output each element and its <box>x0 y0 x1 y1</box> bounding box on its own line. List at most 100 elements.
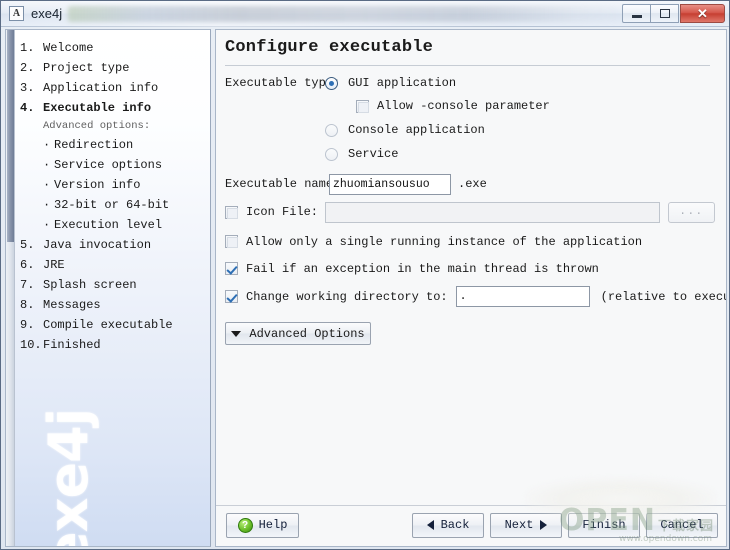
arrow-left-icon <box>426 520 434 530</box>
exe4j-watermark: exe4j <box>6 409 210 546</box>
sidebar-item-32-or-64-bit[interactable]: · 32-bit or 64-bit <box>20 195 206 215</box>
working-directory-row: Change working directory to: (relative t… <box>225 282 726 311</box>
finish-button-label: Finish <box>582 518 626 532</box>
sidebar-item-java-invocation[interactable]: 5. Java invocation <box>20 235 206 255</box>
step-label: Splash screen <box>43 278 137 292</box>
checkbox-change-working-directory[interactable] <box>225 290 238 303</box>
radio-label-console-application[interactable]: Console application <box>348 123 485 137</box>
sidebar-item-finished[interactable]: 10. Finished <box>20 335 206 355</box>
executable-name-label: Executable name: <box>225 177 341 191</box>
back-button-label: Back <box>440 518 470 532</box>
wizard-step-list: 1. Welcome 2. Project type 3. Applicatio… <box>20 38 206 355</box>
step-label: Project type <box>43 61 130 75</box>
icon-file-row: Icon File: ... <box>225 198 715 226</box>
step-number: 7. <box>20 278 35 292</box>
bullet-icon: · <box>43 198 51 212</box>
executable-type-row-gui: Executable type: GUI application <box>225 72 715 94</box>
checkbox-icon-file[interactable] <box>225 205 238 219</box>
icon-file-input[interactable] <box>324 201 660 223</box>
back-button[interactable]: Back <box>412 512 484 538</box>
wizard-content-panel: Configure executable Executable type: GU… <box>215 29 727 547</box>
step-number: 10. <box>20 338 42 352</box>
step-number: 9. <box>20 318 35 332</box>
radio-gui-application[interactable] <box>325 76 338 90</box>
executable-type-row-service: Service <box>225 142 715 166</box>
step-label: Finished <box>43 338 101 352</box>
arrow-right-icon <box>540 520 548 530</box>
step-label: Executable info <box>43 101 152 115</box>
maximize-button[interactable] <box>650 4 679 23</box>
page-title: Configure executable <box>225 38 434 57</box>
radio-console-application[interactable] <box>325 123 338 137</box>
sidebar-item-execution-level[interactable]: · Execution level <box>20 215 206 235</box>
minimize-icon <box>631 15 642 18</box>
next-button[interactable]: Next <box>490 512 562 538</box>
step-label: Welcome <box>43 41 94 55</box>
close-button[interactable]: ✕ <box>680 4 725 23</box>
working-directory-input[interactable] <box>455 286 590 307</box>
step-number: 8. <box>20 298 35 312</box>
checkbox-label-allow-console-parameter[interactable]: Allow -console parameter <box>377 99 550 113</box>
minimize-button[interactable] <box>622 4 651 23</box>
app-icon: A <box>9 6 24 21</box>
sidebar-item-redirection[interactable]: · Redirection <box>20 135 206 155</box>
bullet-icon: · <box>43 178 51 192</box>
close-icon: ✕ <box>697 5 708 21</box>
sidebar-item-jre[interactable]: 6. JRE <box>20 255 206 275</box>
fail-on-exception-row: Fail if an exception in the main thread … <box>225 255 715 282</box>
sidebar-item-splash-screen[interactable]: 7. Splash screen <box>20 275 206 295</box>
sidebar-scrollbar[interactable] <box>6 30 15 546</box>
sidebar-sub-label: Redirection <box>54 138 134 152</box>
application-window: A exe4j ✕ 1. Welcome 2. Project type 3. … <box>0 0 730 550</box>
sidebar-item-executable-info[interactable]: 4. Executable info <box>20 98 206 118</box>
advanced-options-row: Advanced Options <box>225 322 715 345</box>
footer-divider <box>216 505 726 506</box>
sidebar-item-project-type[interactable]: 2. Project type <box>20 58 206 78</box>
window-body: 1. Welcome 2. Project type 3. Applicatio… <box>5 29 727 547</box>
icon-file-browse-button[interactable]: ... <box>668 201 715 223</box>
title-bar: A exe4j ✕ <box>1 1 729 27</box>
sidebar-item-version-info[interactable]: · Version info <box>20 175 206 195</box>
sidebar-item-welcome[interactable]: 1. Welcome <box>20 38 206 58</box>
step-number: 3. <box>20 81 35 95</box>
step-label: Java invocation <box>43 238 152 252</box>
checkbox-label-change-working-directory[interactable]: Change working directory to: <box>246 290 448 304</box>
radio-label-service[interactable]: Service <box>348 147 398 161</box>
sidebar-item-service-options[interactable]: · Service options <box>20 155 206 175</box>
executable-name-suffix: .exe <box>458 177 487 191</box>
finish-button[interactable]: Finish <box>568 512 640 538</box>
sidebar-scrollbar-thumb[interactable] <box>7 30 14 242</box>
wizard-button-bar: ? Help Back Next Finish Cancel <box>216 508 726 542</box>
title-bar-blurred-text <box>68 5 623 22</box>
sidebar-item-application-info[interactable]: 3. Application info <box>20 78 206 98</box>
radio-label-gui-application[interactable]: GUI application <box>348 76 456 90</box>
checkbox-label-fail-on-exception[interactable]: Fail if an exception in the main thread … <box>246 262 599 276</box>
radio-service[interactable] <box>325 147 338 161</box>
exe4j-watermark-text: exe4j <box>37 408 100 547</box>
step-label: Application info <box>43 81 159 95</box>
checkbox-fail-on-exception[interactable] <box>225 262 238 275</box>
checkbox-allow-console-parameter[interactable] <box>356 99 369 113</box>
executable-name-input[interactable] <box>329 173 451 195</box>
cancel-button[interactable]: Cancel <box>646 512 718 538</box>
help-icon: ? <box>237 517 253 533</box>
checkbox-label-single-instance[interactable]: Allow only a single running instance of … <box>246 235 642 249</box>
wizard-step-sidebar: 1. Welcome 2. Project type 3. Applicatio… <box>5 29 211 547</box>
step-number: 5. <box>20 238 35 252</box>
sidebar-item-compile-executable[interactable]: 9. Compile executable <box>20 315 206 335</box>
bullet-icon: · <box>43 138 51 152</box>
sidebar-sub-label: 32-bit or 64-bit <box>54 198 170 212</box>
sidebar-sub-label: Service options <box>54 158 163 172</box>
checkbox-single-instance[interactable] <box>225 235 238 248</box>
step-label: Compile executable <box>43 318 173 332</box>
bullet-icon: · <box>43 158 51 172</box>
sidebar-advanced-options-header: Advanced options: <box>43 120 151 132</box>
allow-console-row: Allow -console parameter <box>225 94 715 118</box>
help-button-label: Help <box>258 518 288 532</box>
window-controls: ✕ <box>622 4 725 23</box>
icon-file-label: Icon File: <box>246 205 319 219</box>
advanced-options-button[interactable]: Advanced Options <box>225 322 371 345</box>
sidebar-item-messages[interactable]: 8. Messages <box>20 295 206 315</box>
help-button[interactable]: ? Help <box>226 512 299 538</box>
chevron-down-icon <box>231 330 242 337</box>
